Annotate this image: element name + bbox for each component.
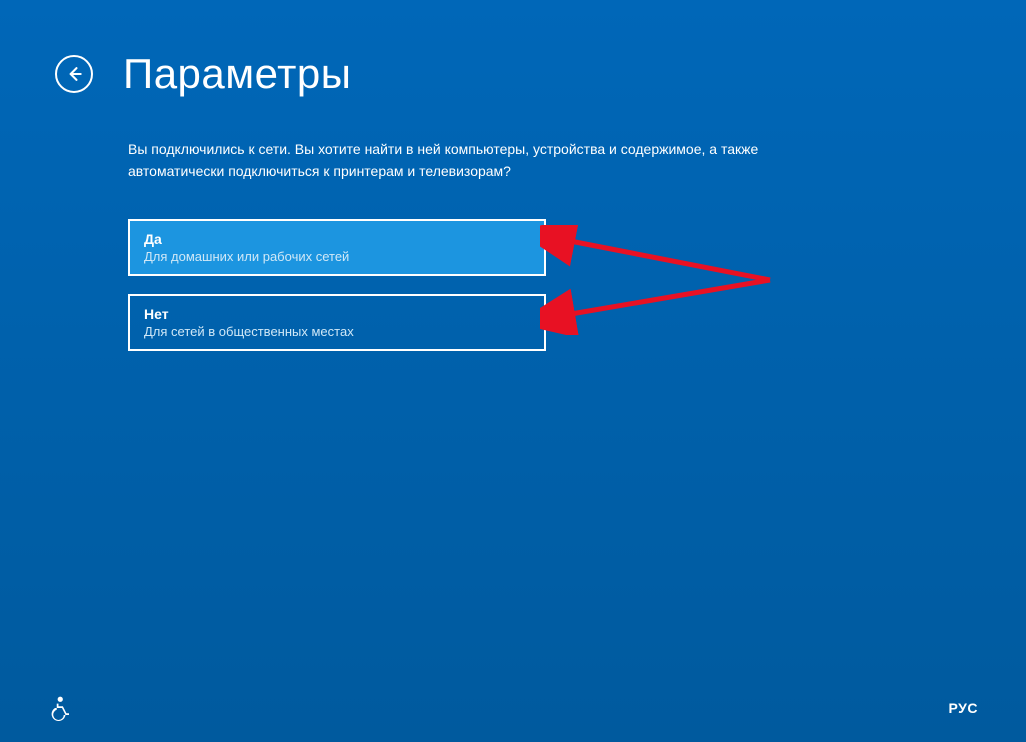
option-yes[interactable]: Да Для домашних или рабочих сетей: [128, 219, 546, 276]
option-no[interactable]: Нет Для сетей в общественных местах: [128, 294, 546, 351]
header: Параметры: [0, 0, 1026, 98]
description-text: Вы подключились к сети. Вы хотите найти …: [128, 138, 780, 183]
content-area: Вы подключились к сети. Вы хотите найти …: [0, 98, 780, 351]
page-title: Параметры: [123, 50, 351, 98]
option-yes-title: Да: [144, 231, 530, 247]
option-yes-subtitle: Для домашних или рабочих сетей: [144, 249, 530, 264]
accessibility-icon: [48, 694, 76, 722]
language-indicator[interactable]: РУС: [949, 700, 978, 716]
accessibility-button[interactable]: [48, 694, 76, 722]
arrow-left-icon: [64, 64, 84, 84]
option-no-subtitle: Для сетей в общественных местах: [144, 324, 530, 339]
back-button[interactable]: [55, 55, 93, 93]
footer: РУС: [0, 694, 1026, 722]
option-no-title: Нет: [144, 306, 530, 322]
